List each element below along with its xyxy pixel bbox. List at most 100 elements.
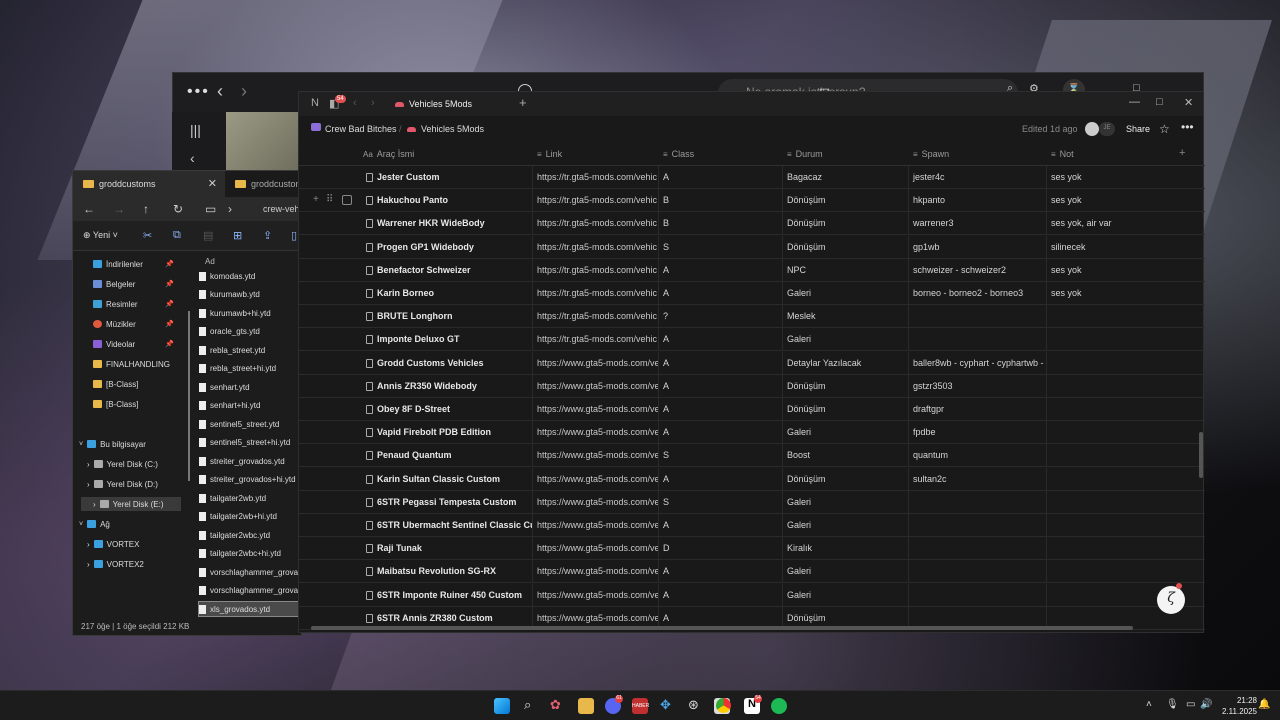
table-row[interactable]: Progen GP1 Widebody https://tr.gta5-mods.…	[299, 235, 1205, 259]
cell-name[interactable]: Karin Borneo	[361, 282, 533, 305]
copy-icon[interactable]: ⧉	[173, 229, 181, 242]
file-item[interactable]: vorschlaghammer_grovados	[199, 565, 303, 579]
cell-class[interactable]: A	[659, 258, 783, 282]
cell-class[interactable]: A	[659, 282, 783, 305]
collapse-icon[interactable]: ‹	[190, 150, 195, 166]
cell-spawn[interactable]	[909, 305, 1047, 329]
cell-not[interactable]	[1047, 328, 1189, 351]
cell-class[interactable]: S	[659, 444, 783, 468]
favorite-star-icon[interactable]: ☆	[1159, 122, 1170, 136]
file-item[interactable]: oracle_gts.ytd	[199, 325, 303, 339]
file-item[interactable]: tailgater2wbc.ytd	[199, 528, 303, 542]
quick-access-item[interactable]: FINALHANDLING	[93, 357, 170, 371]
more-options-icon[interactable]: •••	[1181, 120, 1194, 134]
cell-not[interactable]	[1047, 444, 1189, 467]
cell-class[interactable]: A	[659, 351, 783, 375]
table-row[interactable]: Imponte Deluxo GT https://tr.gta5-mods.co…	[299, 328, 1205, 352]
more-icon[interactable]: •••	[187, 83, 210, 101]
column-header-durum[interactable]: ≡ Durum	[787, 149, 823, 159]
up-arrow-icon[interactable]: ↑	[143, 202, 149, 216]
forward-arrow-icon[interactable]: ›	[241, 81, 247, 102]
cell-not[interactable]	[1047, 491, 1189, 514]
cell-spawn[interactable]	[909, 583, 1047, 607]
file-item[interactable]: rebla_street.ytd	[199, 343, 303, 357]
cell-spawn[interactable]: borneo - borneo2 - borneo3	[909, 282, 1047, 305]
file-item[interactable]: sentinel5_street.ytd	[199, 417, 303, 431]
column-header-spawn[interactable]: ≡ Spawn	[913, 149, 949, 159]
cell-spawn[interactable]: gp1wb	[909, 235, 1047, 259]
table-row[interactable]: 6STR Pegassi Tempesta Custom https://www.…	[299, 490, 1205, 514]
notion-ai-button[interactable]: ζ	[1157, 586, 1185, 614]
drive-item[interactable]: › Yerel Disk (C:)	[87, 457, 158, 471]
monitor-icon[interactable]: ▭	[205, 202, 216, 216]
cell-link[interactable]: https://tr.gta5-mods.com/vehic	[533, 212, 659, 236]
new-button[interactable]: ⊕ Yeni ˅	[83, 230, 118, 241]
cell-class[interactable]: A	[659, 583, 783, 607]
cell-spawn[interactable]: gstzr3503	[909, 374, 1047, 398]
cell-not[interactable]: ses yok	[1047, 189, 1189, 212]
column-header-not[interactable]: ≡ Not	[1051, 149, 1074, 159]
cell-durum[interactable]: Dönüşüm	[783, 467, 909, 491]
breadcrumb-workspace[interactable]: Crew Bad Bitches	[325, 124, 397, 134]
cell-name[interactable]: 6STR Pegassi Tempesta Custom	[361, 490, 533, 514]
cell-name[interactable]: Karin Sultan Classic Custom	[361, 467, 533, 491]
share-icon[interactable]: ⇪	[263, 229, 272, 242]
cell-not[interactable]	[1047, 514, 1189, 537]
cell-name[interactable]: Penaud Quantum	[361, 444, 533, 468]
cell-durum[interactable]: Dönüşüm	[783, 212, 909, 236]
file-item[interactable]: xls_grovados.ytd	[198, 601, 304, 617]
cell-class[interactable]: B	[659, 189, 783, 213]
table-row[interactable]: Obey 8F D-Street https://www.gta5-mods.co…	[299, 398, 1205, 421]
cell-class[interactable]: S	[659, 490, 783, 514]
cell-durum[interactable]: Galeri	[783, 583, 909, 607]
cell-durum[interactable]: Bagacaz	[783, 166, 909, 189]
column-header-name[interactable]: Ad	[205, 257, 215, 266]
file-item[interactable]: streiter_grovados+hi.ytd	[199, 473, 303, 487]
cell-name[interactable]: Warrener HKR WideBody	[361, 212, 533, 236]
cell-spawn[interactable]	[909, 328, 1047, 352]
avatar[interactable]: JE	[1099, 122, 1115, 136]
cell-link[interactable]: https://tr.gta5-mods.com/vehic	[533, 235, 659, 259]
cell-durum[interactable]: Meslek	[783, 305, 909, 329]
quick-access-item[interactable]: İndirilenler 📌	[93, 257, 174, 271]
table-row[interactable]: Grodd Customs Vehicles https://www.gta5-m…	[299, 351, 1205, 375]
back-arrow-icon[interactable]: ‹	[353, 97, 357, 109]
table-row[interactable]: Raji Tunak https://www.gta5-mods.com/ve D K…	[299, 537, 1205, 561]
cell-spawn[interactable]	[909, 537, 1047, 561]
drive-item[interactable]: › Yerel Disk (D:)	[87, 477, 158, 491]
cell-link[interactable]: https://www.gta5-mods.com/ve	[533, 398, 659, 421]
cell-durum[interactable]: NPC	[783, 258, 909, 282]
quick-access-item[interactable]: Videolar 📌	[93, 337, 174, 351]
chrome-icon[interactable]	[716, 698, 731, 713]
cell-link[interactable]: https://www.gta5-mods.com/ve	[533, 351, 659, 375]
steam-icon[interactable]: ✥	[660, 697, 671, 713]
table-row[interactable]: Penaud Quantum https://www.gta5-mods.com/…	[299, 444, 1205, 468]
cell-link[interactable]: https://www.gta5-mods.com/ve	[533, 490, 659, 514]
cell-link[interactable]: https://www.gta5-mods.com/ve	[533, 560, 659, 584]
cell-not[interactable]	[1047, 398, 1189, 421]
cell-not[interactable]	[1047, 421, 1189, 444]
navigation-scrollbar[interactable]	[188, 311, 190, 481]
close-icon[interactable]: ✕	[1184, 96, 1193, 109]
cell-class[interactable]: A	[659, 328, 783, 352]
cell-link[interactable]: https://tr.gta5-mods.com/vehic	[533, 328, 659, 352]
cell-class[interactable]: D	[659, 537, 783, 561]
cell-name[interactable]: Raji Tunak	[361, 537, 533, 561]
cell-spawn[interactable]: jester4c	[909, 166, 1047, 189]
cell-spawn[interactable]: quantum	[909, 444, 1047, 468]
column-header-name[interactable]: Aa Araç İsmi	[363, 149, 414, 159]
column-header-link[interactable]: ≡ Link	[537, 149, 562, 159]
close-icon[interactable]: ✕	[208, 177, 217, 190]
sidebar-toggle-icon[interactable]: |||	[190, 122, 201, 138]
delete-icon[interactable]: ▯	[291, 229, 297, 242]
cell-not[interactable]	[1047, 305, 1189, 328]
cell-durum[interactable]: Galeri	[783, 560, 909, 584]
cell-not[interactable]	[1047, 468, 1189, 491]
table-row[interactable]: 6STR Ubermacht Sentinel Classic Custo htt…	[299, 514, 1205, 537]
table-row[interactable]: BRUTE Longhorn https://tr.gta5-mods.com/v…	[299, 305, 1205, 329]
chevron-up-icon[interactable]: ˄	[1146, 699, 1152, 710]
forward-arrow-icon[interactable]: →	[113, 202, 125, 216]
cell-link[interactable]: https://www.gta5-mods.com/ve	[533, 467, 659, 491]
network-item[interactable]: ˅ Ağ	[79, 517, 110, 531]
news-icon[interactable]: HABER	[632, 698, 649, 714]
